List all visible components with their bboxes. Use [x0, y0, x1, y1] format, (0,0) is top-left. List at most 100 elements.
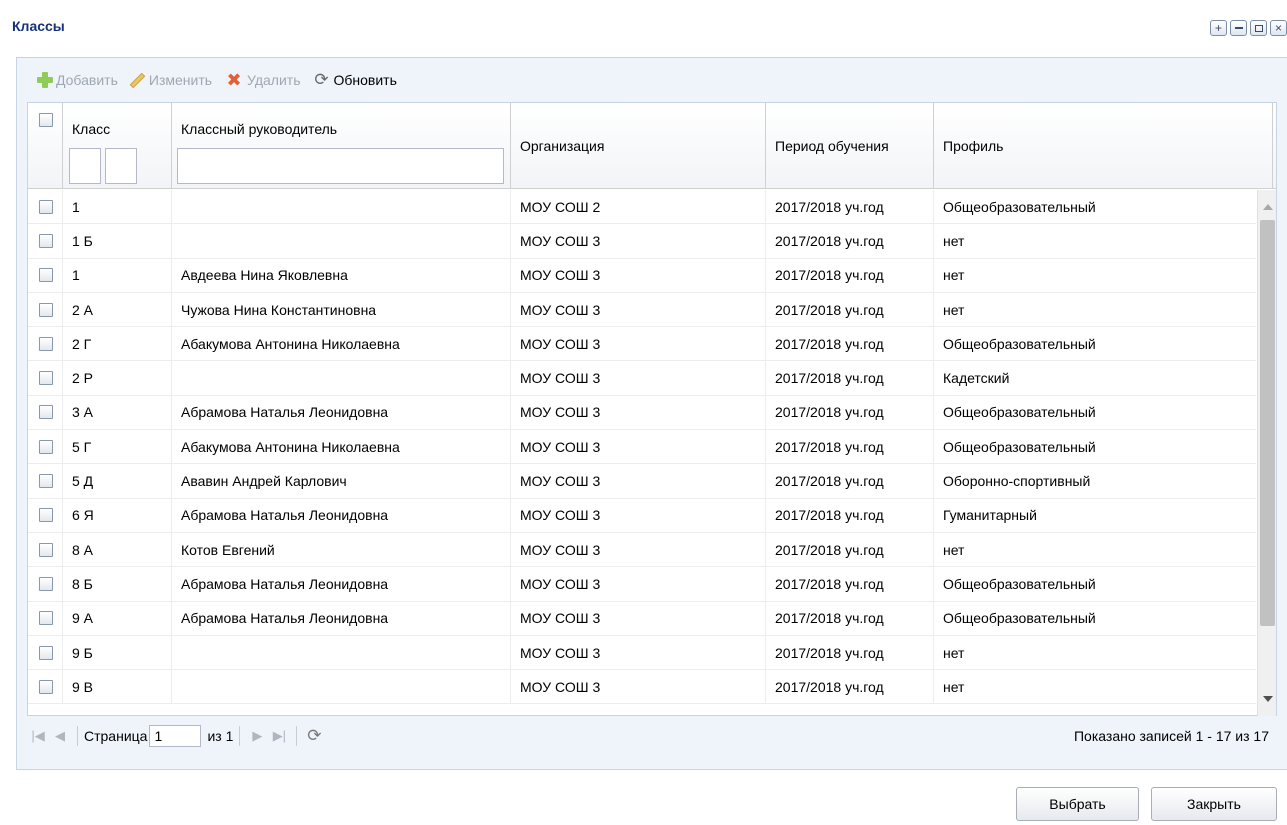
select-button[interactable]: Выбрать	[1016, 787, 1139, 821]
row-checkbox[interactable]	[39, 233, 53, 248]
table-row[interactable]: 1 Б МОУ СОШ 3 2017/2018 уч.год нет	[28, 224, 1256, 259]
row-checkbox[interactable]	[39, 645, 53, 660]
cell-profile: Кадетский	[934, 361, 1256, 394]
row-select-cell	[28, 258, 63, 292]
table-row[interactable]: 8 А Котов Евгений МОУ СОШ 3 2017/2018 уч.го…	[28, 532, 1256, 568]
table-row[interactable]: 1 Авдеева Нина Яковлевна МОУ СОШ 3 2017/201…	[28, 258, 1256, 293]
row-select-cell	[28, 292, 63, 327]
row-checkbox[interactable]	[39, 474, 53, 489]
pager-refresh-icon[interactable]: ⟳	[303, 725, 325, 747]
row-checkbox[interactable]	[39, 439, 53, 454]
table-row[interactable]: 5 Г Абакумова Антонина Николаевна МОУ СОШ …	[28, 430, 1256, 465]
table-row[interactable]: 2 Г Абакумова Антонина Николаевна МОУ СОШ …	[28, 327, 1256, 362]
column-header-profile[interactable]: Профиль	[934, 103, 1273, 189]
classes-panel: Добавить Изменить ✖ Удалить ⟳ Обновить К…	[16, 57, 1287, 770]
row-checkbox[interactable]	[39, 611, 53, 626]
cell-organization: МОУ СОШ 3	[511, 327, 766, 361]
cell-teacher: Котов Евгений	[172, 532, 511, 567]
cell-teacher: Ававин Андрей Карлович	[172, 464, 511, 498]
cell-period: 2017/2018 уч.год	[766, 395, 934, 430]
scroll-down-icon[interactable]	[1263, 696, 1273, 702]
window-title: Классы	[12, 18, 65, 34]
expand-icon[interactable]: +	[1210, 20, 1227, 36]
window-titlebar[interactable]: Классы + ×	[0, 0, 1287, 45]
grid-scrollbar[interactable]	[1257, 190, 1276, 716]
row-select-cell	[28, 190, 63, 224]
column-teacher-label: Классный руководитель	[181, 121, 338, 137]
row-select-cell	[28, 395, 63, 430]
column-header-teacher[interactable]: Классный руководитель	[172, 103, 511, 189]
cell-profile: Общеобразовательный	[934, 602, 1256, 635]
row-checkbox[interactable]	[39, 405, 53, 420]
first-page-icon[interactable]: |◀	[27, 725, 49, 747]
scroll-up-icon[interactable]	[1263, 204, 1273, 210]
row-checkbox[interactable]	[39, 302, 53, 317]
row-select-cell	[28, 224, 63, 258]
row-checkbox[interactable]	[39, 336, 53, 351]
class-filter-letter-input[interactable]	[105, 148, 137, 184]
column-period-label: Период обучения	[775, 138, 889, 154]
cell-teacher: Абакумова Антонина Николаевна	[172, 430, 511, 464]
page-number-input[interactable]: 1	[149, 725, 202, 747]
table-row[interactable]: 5 Д Ававин Андрей Карлович МОУ СОШ 3 2017/2…	[28, 464, 1256, 499]
table-row[interactable]: 9 Б МОУ СОШ 3 2017/2018 уч.год нет	[28, 635, 1256, 671]
close-icon[interactable]: ×	[1270, 20, 1287, 36]
cell-teacher: Абрамова Наталья Леонидовна	[172, 601, 511, 635]
edit-button[interactable]: Изменить	[130, 72, 212, 88]
next-page-icon[interactable]: ▶	[246, 725, 268, 747]
prev-page-icon[interactable]: ◀	[49, 725, 71, 747]
page-label: Страница	[84, 728, 148, 744]
row-checkbox[interactable]	[39, 576, 53, 591]
column-header-organization[interactable]: Организация	[511, 103, 766, 189]
delete-icon: ✖	[226, 70, 242, 90]
pager-separator	[77, 726, 78, 746]
table-row[interactable]: 2 А Чужова Нина Константиновна МОУ СОШ 3 20…	[28, 292, 1256, 328]
cell-class: 1	[63, 258, 172, 292]
cell-period: 2017/2018 уч.год	[766, 190, 934, 224]
refresh-button[interactable]: ⟳ Обновить	[312, 71, 397, 89]
table-row[interactable]: 9 А Абрамова Наталья Леонидовна МОУ СОШ 32…	[28, 601, 1256, 636]
cell-organization: МОУ СОШ 3	[511, 601, 766, 635]
row-checkbox[interactable]	[39, 371, 53, 386]
cell-profile: Общеобразовательный	[934, 327, 1256, 360]
row-checkbox[interactable]	[39, 508, 53, 523]
table-row[interactable]: 8 Б Абрамова Наталья Леонидовна МОУ СОШ 32…	[28, 567, 1256, 602]
select-all-checkbox[interactable]	[39, 113, 53, 127]
table-row[interactable]: 6 Я Абрамова Наталья Леонидовна МОУ СОШ 32…	[28, 498, 1256, 533]
plus-icon	[37, 72, 53, 88]
column-header-class[interactable]: Класс	[63, 103, 172, 189]
page-count-label: из 1	[207, 728, 234, 744]
refresh-button-label: Обновить	[333, 72, 397, 88]
cell-organization: МОУ СОШ 3	[511, 361, 766, 395]
table-row[interactable]: 9 В МОУ СОШ 3 2017/2018 уч.год нет	[28, 670, 1256, 705]
row-select-cell	[28, 327, 63, 361]
close-button[interactable]: Закрыть	[1151, 787, 1277, 821]
cell-organization: МОУ СОШ 3	[511, 635, 766, 670]
cell-period: 2017/2018 уч.год	[766, 498, 934, 532]
last-page-icon[interactable]: ▶|	[268, 725, 290, 747]
table-row[interactable]: 2 Р МОУ СОШ 3 2017/2018 уч.год Кадетский	[28, 361, 1256, 396]
delete-button[interactable]: ✖ Удалить	[224, 70, 300, 90]
scrollbar-thumb[interactable]	[1260, 220, 1275, 626]
column-organization-label: Организация	[520, 138, 605, 154]
maximize-icon[interactable]	[1250, 20, 1267, 36]
table-row[interactable]: 3 А Абрамова Наталья Леонидовна МОУ СОШ 32…	[28, 395, 1256, 431]
paging-toolbar: |◀ ◀ Страница 1 из 1 ▶ ▶| ⟳ Показано зап…	[27, 716, 1277, 756]
row-checkbox[interactable]	[39, 679, 53, 694]
cell-organization: МОУ СОШ 3	[511, 464, 766, 498]
cell-profile: Общеобразовательный	[934, 567, 1256, 600]
pager-separator	[296, 726, 298, 746]
minimize-icon[interactable]	[1230, 20, 1247, 36]
cell-teacher	[172, 670, 511, 704]
row-checkbox[interactable]	[39, 542, 53, 557]
cell-organization: МОУ СОШ 3	[511, 224, 766, 258]
column-header-period[interactable]: Период обучения	[766, 103, 934, 189]
table-row[interactable]: 1 МОУ СОШ 2 2017/2018 уч.год Общеобразовате…	[28, 190, 1256, 225]
class-filter-number-input[interactable]	[69, 148, 101, 184]
add-button[interactable]: Добавить	[37, 72, 118, 88]
records-status: Показано записей 1 - 17 из 17	[1073, 728, 1269, 744]
cell-class: 5 Г	[63, 430, 172, 464]
row-checkbox[interactable]	[39, 199, 53, 214]
row-checkbox[interactable]	[39, 268, 53, 283]
teacher-filter-input[interactable]	[177, 148, 504, 184]
